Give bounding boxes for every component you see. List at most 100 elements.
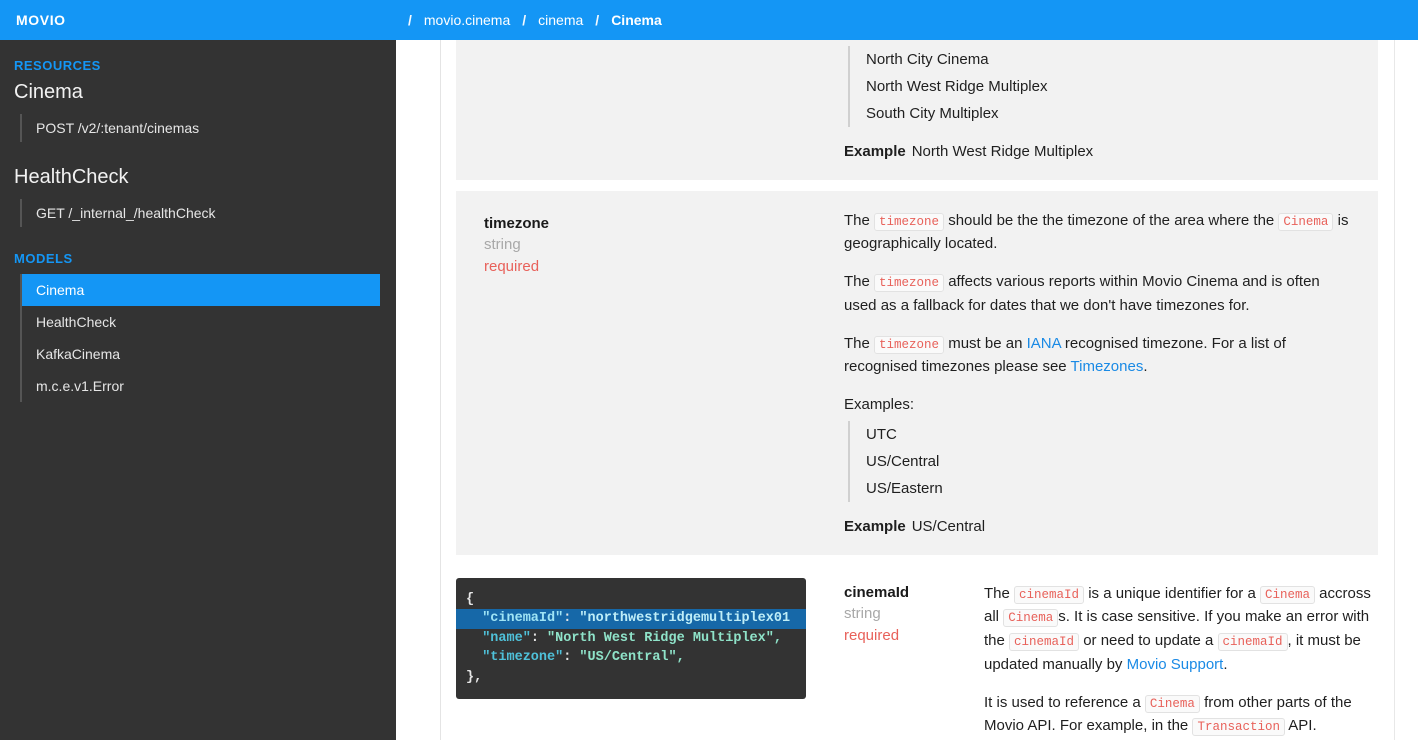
- sidebar-item-model-kafkacinema[interactable]: KafkaCinema: [22, 338, 396, 370]
- content-right-rule: [1394, 40, 1395, 740]
- sidebar: RESOURCES Cinema POST /v2/:tenant/cinema…: [0, 40, 396, 740]
- sidebar-heading-resources: RESOURCES: [0, 58, 396, 73]
- cinemaid-parameter-meta: cinemaId string required: [844, 578, 984, 738]
- panel-cinemaid-parameter: { "cinemaId": "northwestridgemultiplex01…: [456, 578, 1378, 740]
- top-bar: MOVIO / movio.cinema / cinema / Cinema: [0, 0, 1418, 40]
- code-token-cinemaid: cinemaId: [1009, 633, 1079, 651]
- main-content: Examples: North City Cinema North West R…: [396, 40, 1418, 740]
- code-sep: :: [563, 650, 579, 665]
- breadcrumb-item-current[interactable]: Cinema: [611, 12, 662, 28]
- text-fragment: must be an: [944, 335, 1027, 352]
- code-punct: },: [466, 670, 482, 685]
- timezone-param-required: required: [484, 256, 844, 278]
- link-timezones[interactable]: Timezones: [1071, 358, 1144, 375]
- name-examples-label: Examples:: [844, 40, 1354, 42]
- code-sep: :: [531, 631, 547, 646]
- cinemaid-parameter-description: The cinemaId is a unique identifier for …: [984, 578, 1378, 738]
- name-parameter-description: Examples: North City Cinema North West R…: [844, 40, 1354, 160]
- text-fragment: It is used to reference a: [984, 694, 1145, 711]
- code-value: "northwestridgemultiplex01: [579, 611, 790, 626]
- panel-divider: [456, 555, 1378, 578]
- sidebar-endpoint-get-healthcheck[interactable]: GET /_internal_/healthCheck: [22, 199, 396, 227]
- list-item: South City Multiplex: [850, 100, 1354, 127]
- content-left-rule: [440, 40, 441, 740]
- code-line: "timezone": "US/Central",: [456, 648, 806, 668]
- code-line: {: [456, 590, 806, 610]
- text-fragment: or need to update a: [1079, 632, 1217, 649]
- cinemaid-param-name: cinemaId: [844, 582, 984, 604]
- link-iana[interactable]: IANA: [1027, 335, 1061, 352]
- timezone-parameter-description: The timezone should be the the timezone …: [844, 209, 1354, 535]
- text-fragment: .: [1143, 358, 1147, 375]
- sidebar-endpoint-post-cinemas[interactable]: POST /v2/:tenant/cinemas: [22, 114, 396, 142]
- code-token-cinema: Cinema: [1145, 695, 1200, 713]
- breadcrumb-separator: /: [396, 12, 424, 28]
- cinemaid-paragraph-1: The cinemaId is a unique identifier for …: [984, 582, 1378, 677]
- list-item: US/Central: [850, 448, 1354, 475]
- code-token-cinemaid: cinemaId: [1014, 586, 1084, 604]
- text-fragment: .: [1223, 656, 1227, 673]
- code-token-cinema: Cinema: [1260, 586, 1315, 604]
- timezone-parameter-meta: timezone string required: [484, 209, 844, 535]
- code-key: "timezone": [482, 650, 563, 665]
- code-value: "US/Central",: [579, 650, 684, 665]
- text-fragment: API.: [1285, 717, 1317, 734]
- code-value: "North West Ridge Multiplex",: [547, 631, 782, 646]
- code-line: "name": "North West Ridge Multiplex",: [456, 629, 806, 649]
- sidebar-endpoint-group-healthcheck: GET /_internal_/healthCheck: [20, 199, 396, 227]
- code-token-cinema: Cinema: [1278, 213, 1333, 231]
- list-item: North West Ridge Multiplex: [850, 73, 1354, 100]
- timezone-example-line: ExampleUS/Central: [844, 518, 1354, 535]
- code-token-timezone: timezone: [874, 336, 944, 354]
- app-logo[interactable]: MOVIO: [0, 12, 396, 28]
- code-token-timezone: timezone: [874, 274, 944, 292]
- cinemaid-left-column: { "cinemaId": "northwestridgemultiplex01…: [456, 578, 844, 738]
- list-item: North City Cinema: [850, 46, 1354, 73]
- sidebar-item-model-healthcheck[interactable]: HealthCheck: [22, 306, 396, 338]
- timezone-examples-list: UTC US/Central US/Eastern: [848, 421, 1354, 502]
- sidebar-item-model-error[interactable]: m.c.e.v1.Error: [22, 370, 396, 402]
- name-example-label: Example: [844, 143, 906, 160]
- code-punct: {: [466, 592, 474, 607]
- breadcrumb-separator: /: [510, 12, 538, 28]
- text-fragment: The: [984, 585, 1014, 602]
- breadcrumb-separator: /: [583, 12, 611, 28]
- name-parameter-meta: [484, 40, 844, 160]
- code-sep: :: [563, 611, 579, 626]
- parameter-panels: Examples: North City Cinema North West R…: [456, 40, 1378, 740]
- name-example-value: North West Ridge Multiplex: [912, 143, 1093, 160]
- breadcrumb-item-cinema[interactable]: cinema: [538, 12, 583, 28]
- code-sample-json[interactable]: { "cinemaId": "northwestridgemultiplex01…: [456, 578, 806, 700]
- timezone-examples-label: Examples:: [844, 393, 1354, 417]
- sidebar-heading-models: MODELS: [0, 251, 396, 266]
- list-item: US/Eastern: [850, 475, 1354, 502]
- timezone-example-value: US/Central: [912, 518, 985, 535]
- breadcrumb-item-movio-cinema[interactable]: movio.cinema: [424, 12, 510, 28]
- text-fragment: is a unique identifier for a: [1084, 585, 1260, 602]
- sidebar-endpoint-group-cinema: POST /v2/:tenant/cinemas: [20, 114, 396, 142]
- sidebar-resource-healthcheck-title: HealthCheck: [0, 166, 396, 189]
- timezone-paragraph-1: The timezone should be the the timezone …: [844, 209, 1354, 256]
- code-token-timezone: timezone: [874, 213, 944, 231]
- code-key: "name": [482, 631, 531, 646]
- link-movio-support[interactable]: Movio Support: [1127, 656, 1224, 673]
- cinemaid-param-type: string: [844, 603, 984, 625]
- panel-divider: [456, 180, 1378, 191]
- sidebar-item-model-cinema[interactable]: Cinema: [22, 274, 380, 306]
- text-fragment: The: [844, 335, 874, 352]
- code-line: },: [456, 668, 806, 688]
- panel-timezone-parameter: timezone string required The timezone sh…: [456, 191, 1378, 555]
- sidebar-resource-cinema-title: Cinema: [0, 81, 396, 104]
- code-token-transaction: Transaction: [1192, 718, 1285, 736]
- cinemaid-paragraph-2: It is used to reference a Cinema from ot…: [984, 691, 1378, 739]
- text-fragment: The: [844, 212, 874, 229]
- code-token-cinema: Cinema: [1003, 609, 1058, 627]
- cinemaid-param-required: required: [844, 625, 984, 647]
- panel-name-parameter: Examples: North City Cinema North West R…: [456, 40, 1378, 180]
- name-example-line: Example North West Ridge Multiplex: [844, 143, 1354, 160]
- timezone-paragraph-3: The timezone must be an IANA recognised …: [844, 332, 1354, 379]
- text-fragment: The: [844, 273, 874, 290]
- timezone-paragraph-2: The timezone affects various reports wit…: [844, 270, 1354, 317]
- breadcrumb: / movio.cinema / cinema / Cinema: [396, 12, 1418, 28]
- text-fragment: should be the the timezone of the area w…: [944, 212, 1278, 229]
